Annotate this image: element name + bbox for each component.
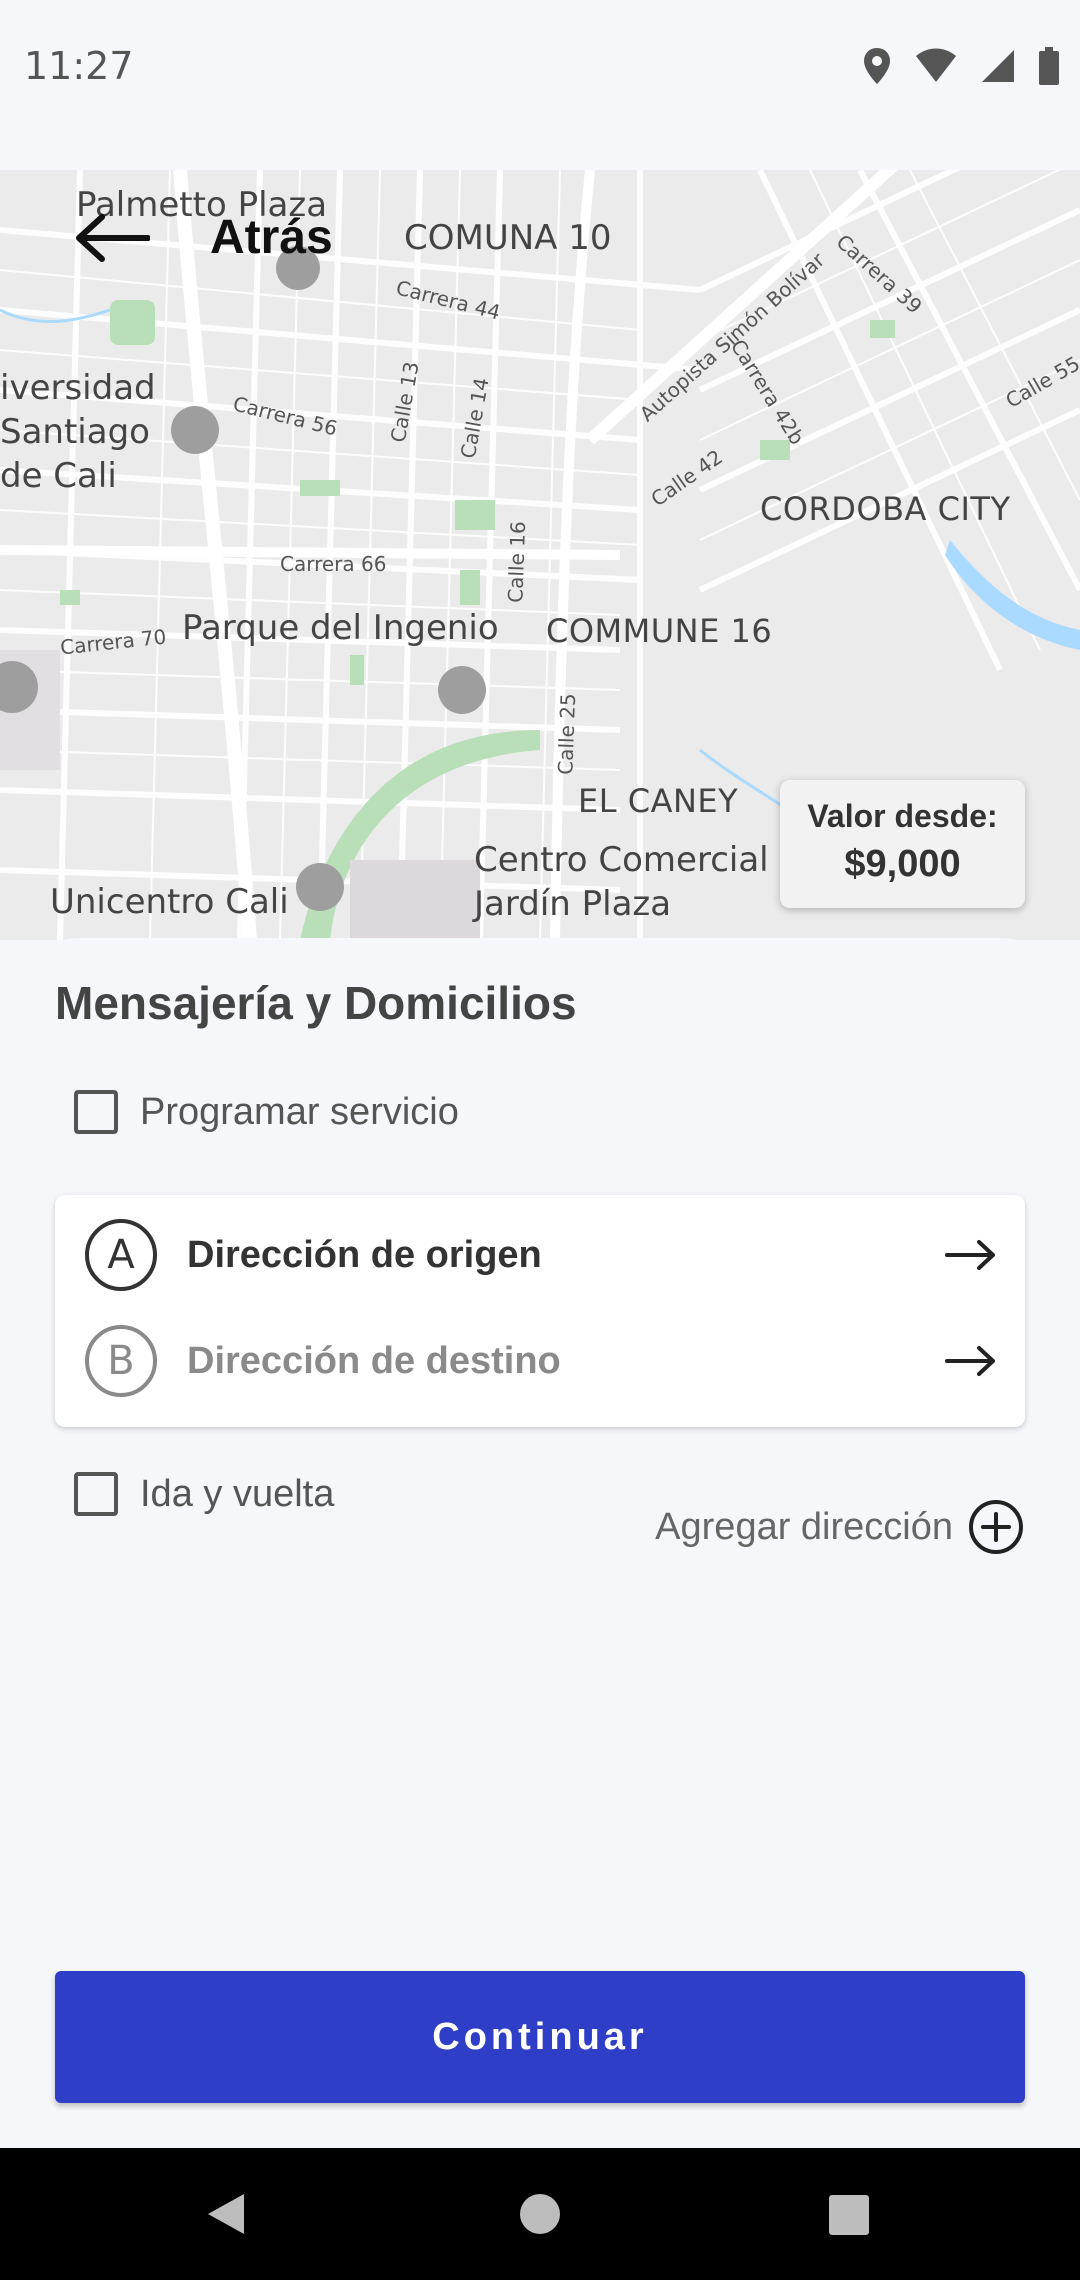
address-card: A Dirección de origen B Dirección de des… xyxy=(55,1195,1025,1427)
battery-icon xyxy=(1039,47,1059,85)
destination-label: Dirección de destino xyxy=(187,1339,561,1382)
price-card: Valor desde: $9,000 xyxy=(780,780,1025,908)
back-label[interactable]: Atrás xyxy=(210,210,333,265)
map-label-parque: Parque del Ingenio xyxy=(182,608,499,648)
status-icons xyxy=(862,44,1060,88)
map-label-el-caney: EL CANEY xyxy=(578,782,739,820)
continue-button[interactable]: Continuar xyxy=(55,1971,1025,2103)
map-label-comuna10: COMUNA 10 xyxy=(404,218,612,258)
signal-icon xyxy=(982,50,1014,82)
round-trip-label: Ida y vuelta xyxy=(140,1472,335,1515)
nav-back-icon[interactable] xyxy=(202,2190,248,2238)
sheet-title: Mensajería y Domicilios xyxy=(55,977,577,1029)
status-bar: 11:27 xyxy=(0,0,1080,170)
origin-marker: A xyxy=(85,1219,157,1291)
map-label-commune16: COMMUNE 16 xyxy=(546,612,773,650)
map-label-cordoba: CORDOBA CITY xyxy=(760,490,1011,528)
map-label-universidad-2: Santiago xyxy=(0,412,150,452)
add-address-label: Agregar dirección xyxy=(655,1505,953,1548)
status-time: 11:27 xyxy=(24,44,134,88)
round-trip-checkbox[interactable] xyxy=(74,1472,118,1516)
back-arrow-icon[interactable] xyxy=(74,213,150,263)
map-road-calle25: Calle 25 xyxy=(553,692,581,776)
round-trip-option[interactable]: Ida y vuelta xyxy=(74,1472,334,1516)
origin-label: Dirección de origen xyxy=(187,1233,542,1276)
add-address-button[interactable]: Agregar dirección xyxy=(655,1498,1025,1556)
map-road-calle16: Calle 16 xyxy=(503,520,531,604)
schedule-service-option[interactable]: Programar servicio xyxy=(74,1090,459,1134)
nav-home-icon[interactable] xyxy=(518,2192,562,2236)
schedule-label: Programar servicio xyxy=(140,1090,459,1133)
location-icon xyxy=(864,48,890,84)
map-label-centro-1: Centro Comercial xyxy=(474,840,769,880)
wifi-icon xyxy=(916,48,956,82)
map-road-carrera66: Carrera 66 xyxy=(280,552,387,576)
map-label-universidad-3: de Cali xyxy=(0,456,117,496)
map-label-unicentro: Unicentro Cali xyxy=(50,882,289,922)
back-row[interactable]: Atrás xyxy=(74,210,333,265)
origin-address-row[interactable]: A Dirección de origen xyxy=(85,1219,997,1291)
price-label: Valor desde: xyxy=(807,798,998,834)
arrow-right-icon[interactable] xyxy=(945,1344,997,1378)
add-circle-icon[interactable] xyxy=(967,1498,1025,1556)
map-label-universidad-1: iversidad xyxy=(0,368,156,408)
arrow-right-icon[interactable] xyxy=(945,1238,997,1272)
nav-recents-icon[interactable] xyxy=(828,2194,870,2236)
map-label-centro-2: Jardín Plaza xyxy=(474,884,672,924)
destination-address-row[interactable]: B Dirección de destino xyxy=(85,1325,997,1397)
schedule-checkbox[interactable] xyxy=(74,1090,118,1134)
price-value: $9,000 xyxy=(844,843,961,885)
destination-marker: B xyxy=(85,1325,157,1397)
system-nav-bar xyxy=(0,2148,1080,2280)
